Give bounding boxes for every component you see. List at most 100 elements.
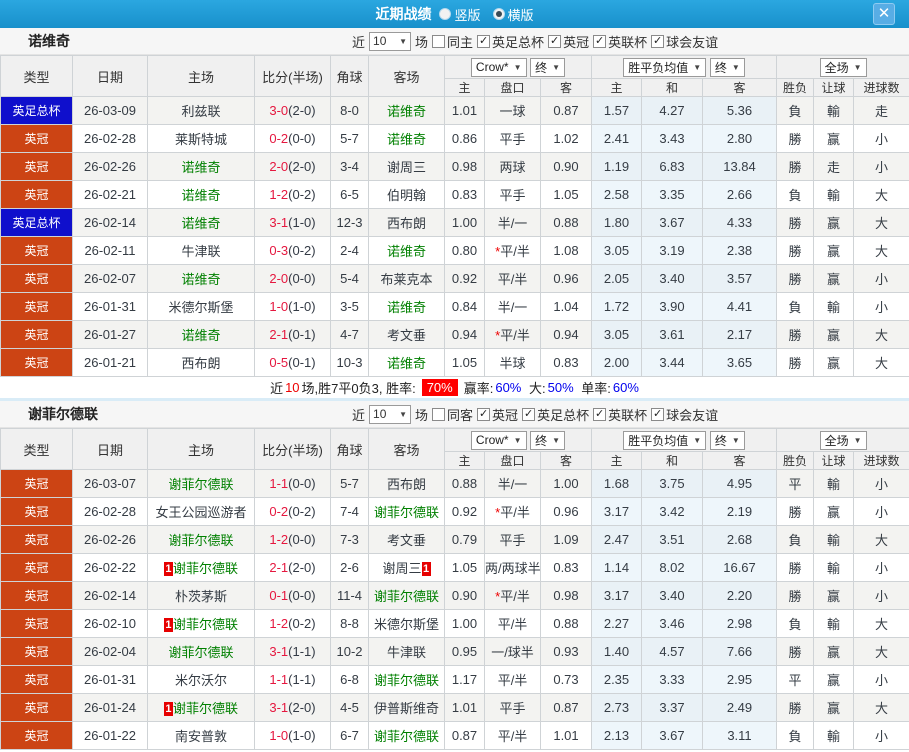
competition-checkbox-eflcup[interactable]: ✓ 英联杯 [593,32,647,51]
result-winlose: 負 [776,721,815,750]
handicap-away-odds: 0.88 [540,609,592,638]
euro-dropdowns-cell: 胜平负均值 ▼ 终 ▼ [590,428,778,452]
scope-select[interactable]: 全场 ▼ [819,430,867,450]
fulltime-score: 2-1 [269,560,289,575]
avg-odds-select[interactable]: 胜平负均值 ▼ [623,430,707,450]
away-team-cell: 谢周三 [368,152,445,181]
competition-label: 英联杯 [608,34,648,50]
same-away-checkbox[interactable]: ✓ 同客 [432,405,473,424]
handicap-away-odds: 0.87 [540,96,592,125]
match-row: 英冠 26-01-31 米尔沃尔 1-1(1-1) 6-8 谢菲尔德联 1.17… [0,665,909,694]
home-team-cell: 莱斯特城 [147,124,255,153]
avg-odds-select[interactable]: 胜平负均值 ▼ [623,57,707,77]
odds-time-select-2[interactable]: 终 ▼ [709,430,745,450]
recent-count-select[interactable]: 10 ▼ [369,31,412,51]
handicap-line: 平手 [484,180,541,209]
odds-away-win: 3.57 [701,264,778,293]
away-team-name: 牛津联 [386,645,426,660]
competition-checkbox-championship[interactable]: ✓ 英冠 [548,32,589,51]
competition-label: 球会友谊 [666,34,719,50]
col-header-result-handicap: 让球 [813,78,855,97]
match-row: 英冠 26-02-11 牛津联 0-3(0-2) 2-4 诺维奇 0.80 *平… [0,236,909,265]
home-team-name: 诺维奇 [181,272,221,287]
recent-count-value: 10 [373,407,387,421]
away-team-cell: 谢菲尔德联 [368,665,445,694]
home-team-name: 谢菲尔德联 [172,617,238,632]
odds-time-select-2[interactable]: 终 ▼ [709,57,745,77]
competition-checkbox-facup[interactable]: ✓ 英足总杯 [522,405,589,424]
result-goals: 小 [853,553,909,582]
match-type-badge: 英冠 [0,469,73,498]
same-away-label: 同客 [447,407,474,423]
competition-checkbox-facup[interactable]: ✓ 英足总杯 [477,32,544,51]
home-team-name: 谢菲尔德联 [172,561,238,576]
recent-count-select[interactable]: 10 ▼ [369,404,412,424]
norwich-summary-row: 近 10 场,胜7平0负3, 胜率: 70% 赢率: 60% 大: 50% 单率: 60% [0,377,909,401]
odds-draw: 3.37 [641,693,703,722]
chevron-down-icon: ▼ [513,62,522,72]
home-team-cell: 南安普敦 [147,721,255,750]
handicap-dropdowns-cell: Crow* ▼ 终 ▼ [444,55,592,79]
col-header-corner: 角球 [330,428,369,470]
result-goals: 小 [853,264,909,293]
chevron-down-icon: ▼ [693,62,702,72]
bookmaker-select[interactable]: Crow* ▼ [470,57,527,77]
handicap-line: *平/半 [484,236,541,265]
fulltime-score: 0-2 [269,131,289,146]
competition-checkbox-friendly[interactable]: ✓ 球会友谊 [651,405,718,424]
odds-time-select[interactable]: 终 ▼ [530,430,566,450]
bookmaker-select[interactable]: Crow* ▼ [470,430,527,450]
fulltime-score: 1-1 [269,672,289,687]
close-button[interactable]: ✕ [873,3,895,25]
score-cell: 0-5(0-1) [254,348,331,377]
odds-away-win: 5.36 [701,96,778,125]
away-team-cell: 西布朗 [368,469,445,498]
fulltime-score: 1-2 [269,532,289,547]
recent-count-value: 10 [373,34,387,48]
result-handicap: 赢 [813,348,855,377]
match-row: 英足总杯 26-02-14 诺维奇 3-1(1-0) 12-3 西布朗 1.00… [0,208,909,237]
halftime-score: (0-2) [288,504,316,519]
result-handicap: 赢 [813,124,855,153]
corner-count: 12-3 [330,208,369,237]
radio-horizontal-layout[interactable]: 横版 [492,5,534,24]
corner-count: 6-8 [330,665,369,694]
competition-checkbox-friendly[interactable]: ✓ 球会友谊 [651,32,718,51]
col-header-handicap-home: 主 [444,451,485,470]
col-header-type: 类型 [0,428,73,470]
col-header-result-goals: 进球数 [853,78,909,97]
handicap-away-odds: 0.83 [540,348,592,377]
result-winlose: 負 [776,96,815,125]
handicap-line: 平/半 [484,665,541,694]
handicap-line: 半/一 [484,469,541,498]
team-name: 谢菲尔德联 [28,406,98,422]
odds-home-win: 2.27 [591,609,642,638]
col-header-away: 客场 [368,428,445,470]
result-handicap: 輸 [813,180,855,209]
scope-select[interactable]: 全场 ▼ [819,57,867,77]
competition-checkbox-championship[interactable]: ✓ 英冠 [477,405,518,424]
col-header-odds-draw: 和 [641,78,703,97]
same-home-checkbox[interactable]: ✓ 同主 [432,32,473,51]
handicap-away-odds: 0.83 [540,553,592,582]
competition-label: 英冠 [492,407,519,423]
col-header-date: 日期 [72,428,148,470]
result-handicap: 赢 [813,264,855,293]
col-header-corner: 角球 [330,55,369,97]
competition-checkbox-eflcup[interactable]: ✓ 英联杯 [593,405,647,424]
away-team-name: 西布朗 [386,216,426,231]
result-handicap: 赢 [813,693,855,722]
result-handicap: 輸 [813,721,855,750]
home-team-name: 西布朗 [181,356,221,371]
match-type-badge: 英冠 [0,693,73,722]
score-cell: 0-2(0-2) [254,497,331,526]
handicap-away-odds: 0.96 [540,264,592,293]
col-header-handicap: 盘口 [484,451,541,470]
halftime-score: (1-0) [288,215,316,230]
odds-time-select[interactable]: 终 ▼ [530,57,566,77]
odds-home-win: 1.80 [591,208,642,237]
odds-home-win: 2.58 [591,180,642,209]
result-winlose: 勝 [776,553,815,582]
corner-count: 6-5 [330,180,369,209]
radio-vertical-layout[interactable]: 竖版 [439,5,481,24]
